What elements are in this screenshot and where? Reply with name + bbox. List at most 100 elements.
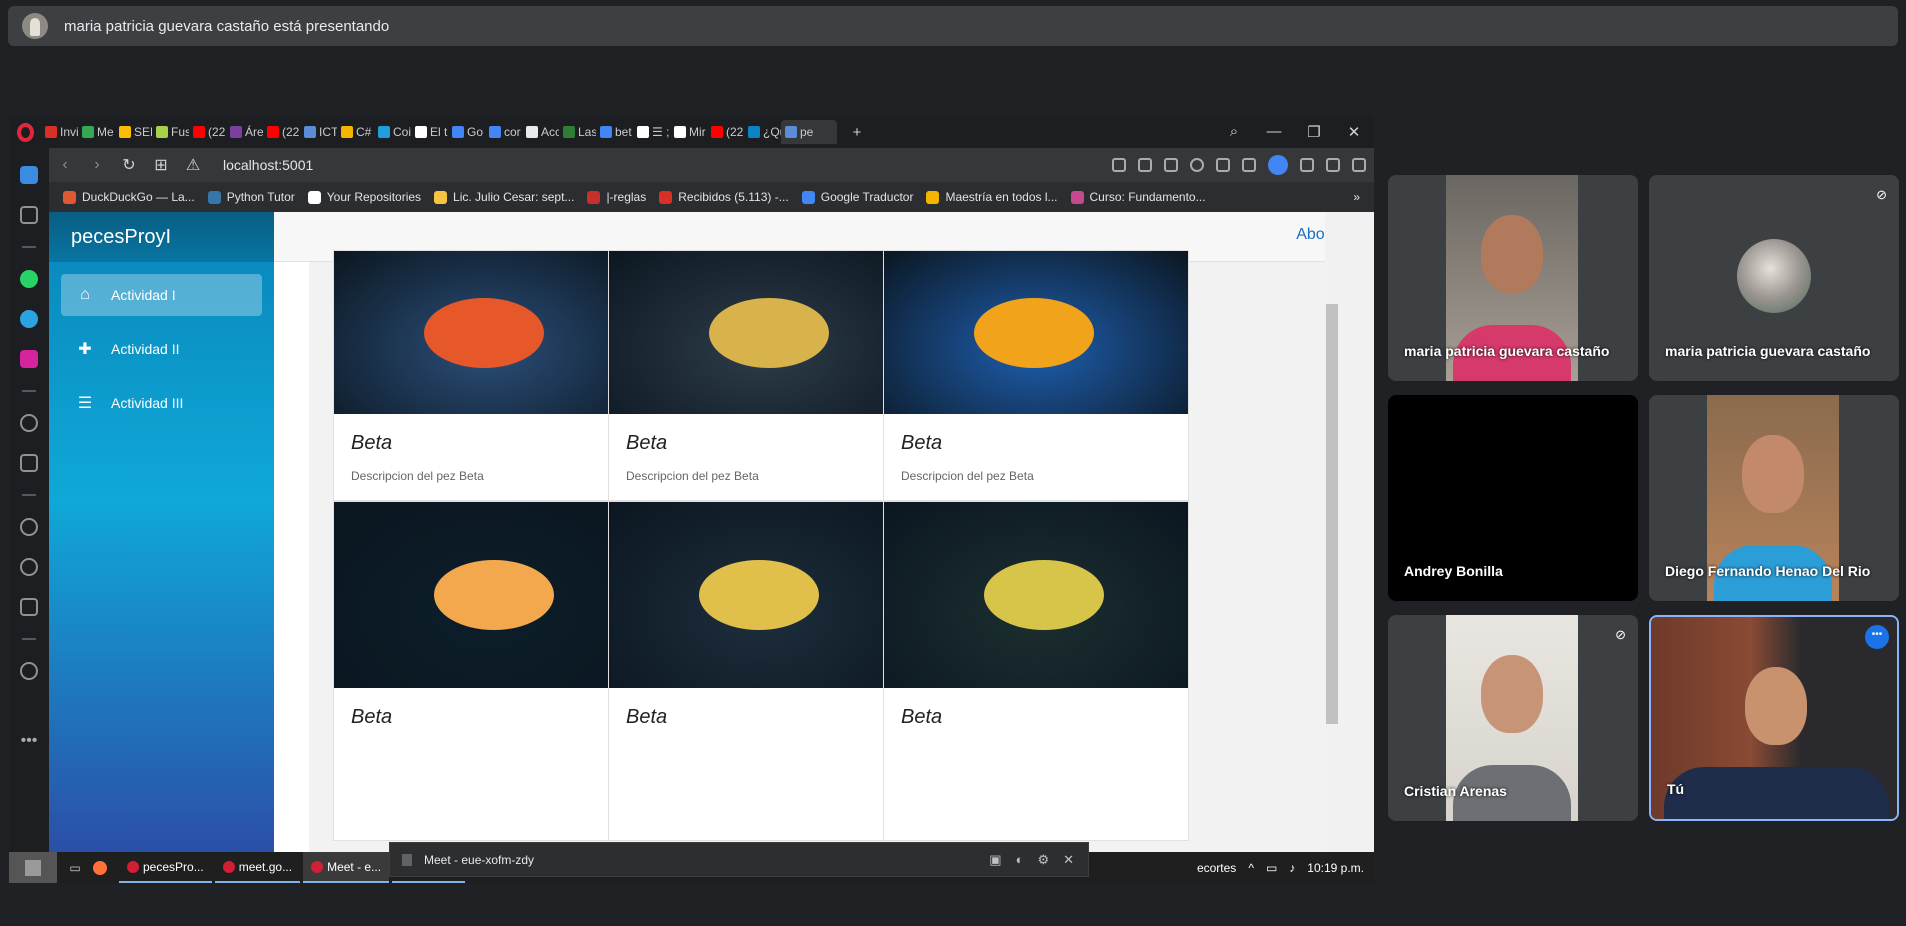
url-field[interactable]: localhost:5001 [223,157,313,173]
bookmark-item[interactable]: DuckDuckGo — La... [63,190,195,204]
minimize-icon[interactable]: — [1254,123,1294,141]
edit-icon[interactable] [1138,158,1152,172]
browser-tab[interactable]: SEN [115,120,152,144]
close-icon[interactable]: ✕ [1063,852,1074,868]
browser-tab[interactable]: (22 [263,120,300,144]
history-icon[interactable] [20,558,38,576]
back-icon[interactable]: ‹ [49,156,81,174]
nav-item-actividad-1[interactable]: ⌂ Actividad I [61,274,262,316]
speed-dial-icon[interactable] [20,206,38,224]
taskbar-extra-label[interactable]: ecortes [1197,861,1236,875]
taskbar-item[interactable]: meet.go... [214,852,301,883]
download-icon[interactable] [1326,158,1340,172]
settings-icon[interactable] [1352,158,1366,172]
camera-icon[interactable]: ▣ [989,852,1001,868]
maximize-icon[interactable]: ❐ [1294,123,1334,141]
bookmark-item[interactable]: Your Repositories [307,190,421,204]
app-brand[interactable]: pecesProyI [49,212,274,262]
taskbar-item[interactable]: pecesPro... [119,852,212,883]
participant-tile[interactable]: maria patricia guevara castaño [1388,175,1638,381]
browser-tab[interactable]: El t [411,120,448,144]
zoom-icon[interactable] [1112,158,1126,172]
fish-card[interactable]: Beta Descripcion del pez Beta— Patricia G… [333,250,639,501]
participant-face [1742,435,1804,513]
tabs-grid-icon[interactable]: ⊞ [145,155,177,175]
browser-tab[interactable]: ☰ ; [633,120,670,144]
bookmark-item[interactable]: Python Tutor [207,190,295,204]
new-tab-icon[interactable]: + [837,124,877,141]
send-icon[interactable] [1216,158,1230,172]
fish-card[interactable]: Beta [333,501,639,841]
browser-tab[interactable]: cor [485,120,522,144]
participant-tile[interactable]: ⊘ maria patricia guevara castaño [1649,175,1899,381]
fish-card[interactable]: Beta Descripcion del pez Beta— Patricia G… [883,250,1189,501]
gear-icon[interactable]: ⚙ [1037,852,1049,868]
effects-icon[interactable]: ◐ [1016,852,1024,868]
participant-tile[interactable]: ⊘ Cristian Arenas [1388,615,1638,821]
browser-tab[interactable]: Go [448,120,485,144]
cube-icon[interactable] [1300,158,1314,172]
task-view-icon[interactable]: ▭ [57,861,93,875]
browser-tab[interactable]: (22 [707,120,744,144]
meet-popup[interactable]: Meet - eue-xofm-zdy ▣ ◐ ⚙ ✕ [389,842,1089,877]
home-icon[interactable] [20,166,38,184]
instagram-icon[interactable] [20,350,38,368]
clock[interactable]: 10:19 p.m. [1307,861,1364,875]
favorites-icon[interactable] [20,518,38,536]
whatsapp-icon[interactable] [20,270,38,288]
forward-icon[interactable]: › [81,156,113,174]
browser-tab[interactable]: bet [596,120,633,144]
browser-tab[interactable]: Acc [522,120,559,144]
participant-tile[interactable]: Andrey Bonilla [1388,395,1638,601]
bookmark-item[interactable]: Recibidos (5.113) -... [659,190,789,204]
browser-tab[interactable]: Fus [152,120,189,144]
bookmark-item[interactable]: Curso: Fundamento... [1070,190,1206,204]
bookmark-item[interactable]: Lic. Julio Cesar: sept... [434,190,574,204]
browser-tab[interactable]: C# [337,120,374,144]
network-icon[interactable]: ▭ [1266,861,1277,875]
firefox-icon[interactable] [93,860,119,875]
taskbar-item[interactable]: Meet - e... [303,852,390,883]
scrollbar-thumb[interactable] [1326,304,1338,724]
bookmark-item[interactable]: Maestría en todos l... [926,190,1058,204]
reload-icon[interactable]: ↻ [113,155,145,175]
browser-tab[interactable]: Las [559,120,596,144]
tips-icon[interactable] [20,662,38,680]
more-options-icon[interactable]: ••• [1865,625,1889,649]
nav-item-actividad-3[interactable]: ☰ Actividad III [61,382,262,424]
fish-card[interactable]: Beta [608,501,914,841]
browser-tab[interactable]: Mir [670,120,707,144]
more-icon[interactable]: ••• [21,732,38,750]
browser-tab[interactable]: ¿Qu [744,120,781,144]
opera-logo-icon[interactable] [9,116,41,148]
browser-tab[interactable]: (22 [189,120,226,144]
page-scrollbar[interactable] [1325,212,1374,852]
blocker-icon[interactable] [1190,158,1204,172]
bookmarks-more-icon[interactable]: » [1353,190,1374,204]
fish-card[interactable]: Beta Descripcion del pez Beta— Patricia G… [608,250,914,501]
fish-card[interactable]: Beta [883,501,1189,841]
extensions-icon[interactable] [20,598,38,616]
nav-item-actividad-2[interactable]: ✚ Actividad II [61,328,262,370]
tray-chevron-icon[interactable]: ^ [1248,861,1254,875]
participant-tile[interactable]: Diego Fernando Henao Del Rio [1649,395,1899,601]
telegram-icon[interactable] [20,310,38,328]
player-icon[interactable] [20,414,38,432]
snapshot-icon[interactable] [1164,158,1178,172]
search-tabs-icon[interactable]: ⌕ [1214,123,1254,141]
browser-tab[interactable]: pe [781,120,837,144]
close-window-icon[interactable]: ✕ [1334,123,1374,141]
windows-start-icon[interactable] [9,852,57,883]
browser-tab[interactable]: Invi [41,120,78,144]
heart-icon[interactable] [1242,158,1256,172]
browser-tab[interactable]: Coi [374,120,411,144]
bookmark-item[interactable]: Google Traductor [801,190,913,204]
browser-tab[interactable]: Áre [226,120,263,144]
participant-tile[interactable]: ••• Tú [1649,615,1899,821]
volume-icon[interactable]: ♪ [1289,861,1295,875]
browser-tab[interactable]: ICT [300,120,337,144]
flow-icon[interactable] [20,454,38,472]
bookmark-item[interactable]: |-reglas [587,190,646,204]
translate-icon[interactable] [1268,155,1288,175]
browser-tab[interactable]: Me [78,120,115,144]
